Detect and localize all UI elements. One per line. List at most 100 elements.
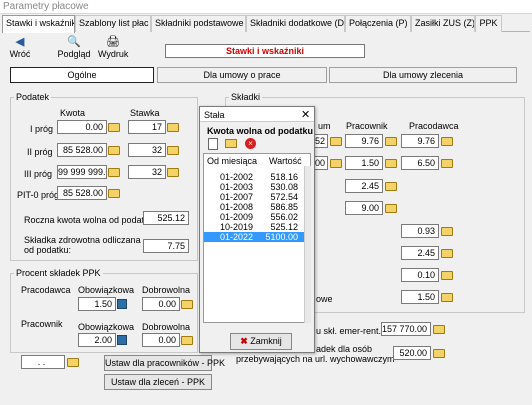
podatek-title: Podatek	[14, 92, 52, 102]
dialog-close-icon[interactable]: ✕	[301, 108, 310, 121]
ustaw-pracownikow-button[interactable]: Ustaw dla pracowników - PPK	[104, 355, 225, 371]
list-item[interactable]: 01-2002 518.16	[204, 172, 304, 182]
list-scrollbar[interactable]	[304, 166, 311, 323]
list-item[interactable]: 01-2003 530.08	[204, 182, 304, 192]
folder-icon[interactable]	[433, 349, 445, 358]
dialog-title: Stała	[204, 110, 225, 120]
tab-skladniki-podstawowe[interactable]: Składniki podstawowe (A)	[151, 15, 246, 32]
zdrow-label-1: Składka zdrowotna odliczana	[24, 235, 141, 245]
folder-icon[interactable]	[108, 146, 120, 155]
folder-icon[interactable]	[167, 168, 179, 177]
prog1-kwota-field[interactable]: 0.00	[57, 120, 107, 134]
r3-pracownik-field[interactable]: 2.45	[345, 179, 383, 193]
stala-dialog: Stała ✕ Kwota wolna od podatku × Od mies…	[199, 106, 315, 353]
tab-szablony[interactable]: Szablony list płac	[75, 15, 151, 32]
list-item[interactable]: 01-2007 572.54	[204, 192, 304, 202]
tab-zasilki[interactable]: Zasiłki ZUS (Z)	[411, 15, 475, 32]
dobrowolna-label-2: Dobrowolna	[142, 322, 191, 332]
r2-pracownik-field[interactable]: 1.50	[345, 156, 383, 170]
preview-icon: 🔍	[67, 36, 81, 48]
folder-icon[interactable]	[108, 168, 120, 177]
r1-pracownik-field[interactable]: 9.76	[345, 134, 383, 148]
folder-icon[interactable]	[385, 137, 397, 146]
prog3-stawka-field[interactable]: 32	[128, 165, 166, 179]
r4-pracownik-field[interactable]: 9.00	[345, 201, 383, 215]
subtab-ogolne[interactable]: Ogólne	[10, 67, 154, 83]
delete-icon[interactable]: ×	[245, 138, 256, 149]
folder-icon[interactable]	[441, 227, 453, 236]
section-title: Stawki i wskaźniki	[165, 44, 365, 58]
prog1-stawka-field[interactable]: 17	[128, 120, 166, 134]
prog3-kwota-field[interactable]: 99 999 999.00	[57, 165, 107, 179]
calculator-icon[interactable]	[117, 335, 127, 345]
r1-pracodawca-field[interactable]: 9.76	[401, 134, 439, 148]
prog2-stawka-field[interactable]: 32	[128, 143, 166, 157]
folder-icon[interactable]	[167, 146, 179, 155]
prog1-label: I próg	[30, 124, 54, 134]
preview-label: Podgląd	[57, 49, 91, 59]
ppk-title: Procent składek PPK	[14, 268, 103, 278]
folder-icon[interactable]	[108, 189, 120, 198]
ppk-date-field[interactable]: . .	[21, 355, 65, 369]
back-button[interactable]: ◀ Wróć	[6, 36, 34, 62]
list-item[interactable]: 01-2009 556.02	[204, 212, 304, 222]
back-label: Wróć	[9, 49, 31, 59]
folder-icon[interactable]	[441, 293, 453, 302]
tab-skladniki-dodatkowe[interactable]: Składniki dodatkowe (D)	[246, 15, 345, 32]
list-item-selected[interactable]: 01-2022 5100.00	[204, 232, 304, 242]
new-file-icon[interactable]	[208, 138, 218, 150]
folder-icon[interactable]	[67, 358, 79, 367]
preview-button[interactable]: 🔍 Podgląd	[57, 36, 91, 62]
tab-polaczenia[interactable]: Połączenia (P)	[345, 15, 411, 32]
pracodawca-label: Pracodawca	[21, 285, 71, 295]
prog2-kwota-field[interactable]: 85 528.00	[57, 143, 107, 157]
folder-icon[interactable]	[330, 137, 342, 146]
subtab-umowa-prace[interactable]: Dla umowy o prace	[157, 67, 327, 83]
folder-icon[interactable]	[181, 336, 193, 345]
folder-icon[interactable]	[441, 271, 453, 280]
tab-ppk[interactable]: PPK	[475, 15, 502, 32]
v245-field[interactable]: 2.45	[401, 246, 439, 260]
folder-icon[interactable]	[441, 159, 453, 168]
folder-icon[interactable]	[181, 300, 193, 309]
pracownik-obow-field[interactable]: 2.00	[78, 333, 116, 347]
folder-icon[interactable]	[385, 159, 397, 168]
v093-field[interactable]: 0.93	[401, 224, 439, 238]
osob-field[interactable]: 520.00	[393, 346, 431, 360]
folder-icon[interactable]	[167, 123, 179, 132]
pit0-kwota-field[interactable]: 85 528.00	[57, 186, 107, 200]
zamknij-label: Zamknij	[250, 336, 282, 346]
obowiazkowa-label-2: Obowiązkowa	[78, 322, 135, 332]
folder-icon[interactable]	[441, 137, 453, 146]
zamknij-button[interactable]: ✖ Zamknij	[230, 333, 292, 350]
pit0-label: PIT-0 próg	[17, 190, 60, 200]
r2-pracodawca-field[interactable]: 6.50	[401, 156, 439, 170]
folder-icon[interactable]	[385, 182, 397, 191]
r2-pfx-field[interactable]: 00	[314, 156, 328, 170]
folder-icon[interactable]	[441, 249, 453, 258]
zdrow-field[interactable]: 7.75	[143, 239, 189, 253]
list-item[interactable]: 10-2019 525.12	[204, 222, 304, 232]
pracownik-label: Pracownik	[21, 319, 63, 329]
tab-stawki[interactable]: Stawki i wskaźniki	[2, 15, 75, 33]
subtab-umowa-zlecenia[interactable]: Dla umowy zlecenia	[329, 67, 517, 83]
list-item[interactable]: 01-2008 586.85	[204, 202, 304, 212]
pracodawca-dobr-field[interactable]: 0.00	[142, 297, 180, 311]
folder-icon[interactable]	[385, 204, 397, 213]
dobrowolna-label: Dobrowolna	[142, 285, 191, 295]
pracodawca-obow-field[interactable]: 1.50	[78, 297, 116, 311]
v010-field[interactable]: 0.10	[401, 268, 439, 282]
folder-icon[interactable]	[330, 159, 342, 168]
calculator-icon[interactable]	[117, 299, 127, 309]
folder-icon[interactable]	[433, 325, 445, 334]
pracownik-dobr-field[interactable]: 0.00	[142, 333, 180, 347]
emer-rent-field[interactable]: 157 770.00	[381, 322, 431, 336]
v150-field[interactable]: 1.50	[401, 290, 439, 304]
print-button[interactable]: 🖨 Wydruk	[98, 36, 128, 62]
ustaw-zlecen-button[interactable]: Ustaw dla zleceń - PPK	[104, 374, 212, 390]
emer-rent-label: u skł. emer-rent.	[316, 326, 382, 336]
open-folder-icon[interactable]	[225, 139, 237, 148]
r1-pfx-field[interactable]: 52	[314, 134, 328, 148]
roczna-field[interactable]: 525.12	[143, 211, 189, 225]
folder-icon[interactable]	[108, 123, 120, 132]
